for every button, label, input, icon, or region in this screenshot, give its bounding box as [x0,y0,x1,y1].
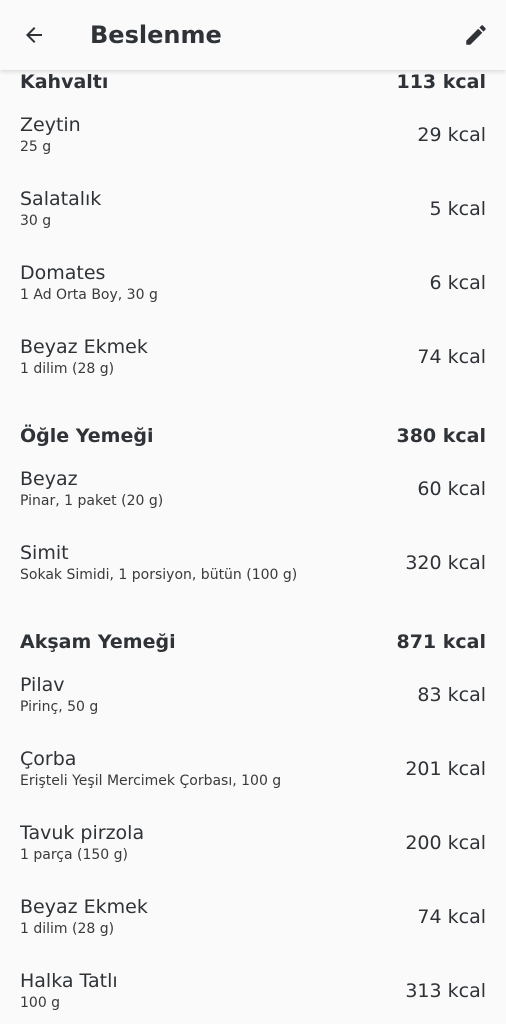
food-kcal: 201 kcal [405,758,486,780]
meal-section-dinner: Akşam Yemeği 871 kcal Pilav Pirinç, 50 g… [0,626,506,1024]
page-title: Beslenme [90,21,222,49]
food-name: Çorba [20,748,77,770]
food-item[interactable]: Beyaz Ekmek 1 dilim (28 g) 74 kcal [0,880,506,954]
food-name: Pilav [20,674,65,696]
food-kcal: 74 kcal [417,906,486,928]
food-detail: 1 dilim (28 g) [20,361,115,377]
food-item[interactable]: Beyaz Ekmek 1 dilim (28 g) 74 kcal [0,320,506,394]
food-kcal: 320 kcal [405,552,486,574]
section-title: Akşam Yemeği [20,631,176,653]
food-name: Beyaz Ekmek [20,896,148,918]
food-name: Simit [20,542,69,564]
food-kcal: 200 kcal [405,832,486,854]
food-detail: Pinar, 1 paket (20 g) [20,493,164,509]
pencil-icon [463,22,489,48]
food-item[interactable]: Tavuk pirzola 1 parça (150 g) 200 kcal [0,806,506,880]
food-detail: 1 dilim (28 g) [20,921,115,937]
food-name: Tavuk pirzola [20,822,145,844]
food-item[interactable]: Çorba Erişteli Yeşil Mercimek Çorbası, 1… [0,732,506,806]
food-name: Halka Tatlı [20,970,118,992]
food-item[interactable]: Pilav Pirinç, 50 g 83 kcal [0,658,506,732]
food-detail: 100 g [20,995,61,1011]
food-item[interactable]: Zeytin 25 g 29 kcal [0,98,506,172]
food-detail: Erişteli Yeşil Mercimek Çorbası, 100 g [20,773,282,789]
food-name: Zeytin [20,114,81,136]
meal-list[interactable]: Kahvaltı 113 kcal Zeytin 25 g 29 kcal Sa… [0,66,506,1024]
food-detail: 30 g [20,213,52,229]
food-name: Salatalık [20,188,102,210]
section-total: 380 kcal [396,425,486,447]
meal-section-breakfast: Kahvaltı 113 kcal Zeytin 25 g 29 kcal Sa… [0,66,506,394]
food-item[interactable]: Salatalık 30 g 5 kcal [0,172,506,246]
food-item[interactable]: Halka Tatlı 100 g 313 kcal [0,954,506,1024]
food-kcal: 83 kcal [417,684,486,706]
food-detail: 1 parça (150 g) [20,847,128,863]
food-kcal: 74 kcal [417,346,486,368]
section-header: Öğle Yemeği 380 kcal [0,420,506,452]
edit-button[interactable] [460,19,492,51]
back-button[interactable] [18,19,50,51]
food-item[interactable]: Domates 1 Ad Orta Boy, 30 g 6 kcal [0,246,506,320]
food-item[interactable]: Simit Sokak Simidi, 1 porsiyon, bütün (1… [0,526,506,600]
food-detail: Sokak Simidi, 1 porsiyon, bütün (100 g) [20,567,298,583]
food-kcal: 313 kcal [405,980,486,1002]
food-kcal: 29 kcal [417,124,486,146]
section-total: 871 kcal [396,631,486,653]
arrow-left-icon [22,23,46,47]
food-kcal: 6 kcal [429,272,487,294]
section-header: Kahvaltı 113 kcal [0,66,506,98]
section-title: Öğle Yemeği [20,425,154,447]
food-detail: 25 g [20,139,52,155]
food-name: Beyaz Ekmek [20,336,148,358]
food-kcal: 60 kcal [417,478,486,500]
section-title: Kahvaltı [20,71,109,93]
app-bar: Beslenme [0,0,506,70]
food-detail: 1 Ad Orta Boy, 30 g [20,287,158,303]
food-name: Domates [20,262,106,284]
food-item[interactable]: Beyaz Pinar, 1 paket (20 g) 60 kcal [0,452,506,526]
food-kcal: 5 kcal [429,198,487,220]
meal-section-lunch: Öğle Yemeği 380 kcal Beyaz Pinar, 1 pake… [0,420,506,600]
section-header: Akşam Yemeği 871 kcal [0,626,506,658]
food-detail: Pirinç, 50 g [20,699,99,715]
food-name: Beyaz [20,468,78,490]
section-total: 113 kcal [396,71,486,93]
